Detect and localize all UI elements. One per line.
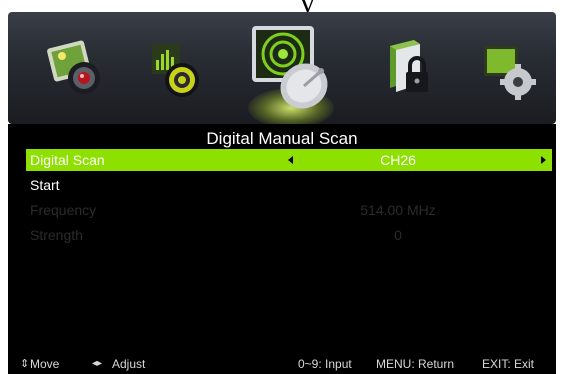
tv-screen: y Digital Manual Scan Digital Scan CH26 … — [0, 0, 564, 374]
footer-hints: ⇕ Move ◂▸ Adjust 0~9: Input MENU: Return… — [8, 354, 556, 374]
setup-icon[interactable] — [468, 30, 548, 110]
picture-icon[interactable] — [38, 30, 118, 110]
strength-value: 0 — [394, 227, 402, 243]
input-hint: 0~9: Input — [298, 357, 352, 371]
menu-panel: Digital Manual Scan Digital Scan CH26 St… — [8, 124, 556, 374]
move-hint: Move — [30, 357, 60, 371]
sound-icon[interactable] — [138, 30, 218, 110]
frequency-value: 514.00 MHz — [360, 202, 436, 218]
up-down-arrows-icon: ⇕ — [20, 358, 30, 370]
return-hint: MENU: Return — [376, 357, 455, 371]
menu-title: Digital Manual Scan — [206, 129, 358, 148]
right-arrow-icon[interactable] — [541, 156, 546, 164]
strength-label: Strength — [30, 227, 83, 243]
exit-hint: EXIT: Exit — [482, 357, 535, 371]
channel-icon[interactable] — [238, 16, 348, 126]
frequency-row: Frequency 514.00 MHz — [26, 199, 552, 221]
digital-scan-value: CH26 — [380, 152, 416, 168]
start-row[interactable]: Start — [26, 174, 552, 196]
left-arrow-icon[interactable] — [288, 156, 293, 164]
start-label: Start — [30, 177, 60, 193]
frequency-label: Frequency — [30, 202, 97, 218]
strength-row: Strength 0 — [26, 224, 552, 246]
left-right-arrows-icon: ◂▸ — [92, 358, 103, 369]
adjust-hint: Adjust — [112, 357, 146, 371]
lock-icon[interactable] — [368, 30, 448, 110]
digital-scan-row[interactable]: Digital Scan CH26 — [26, 149, 552, 171]
digital-scan-label: Digital Scan — [30, 152, 105, 168]
top-icon-bar — [8, 12, 556, 128]
